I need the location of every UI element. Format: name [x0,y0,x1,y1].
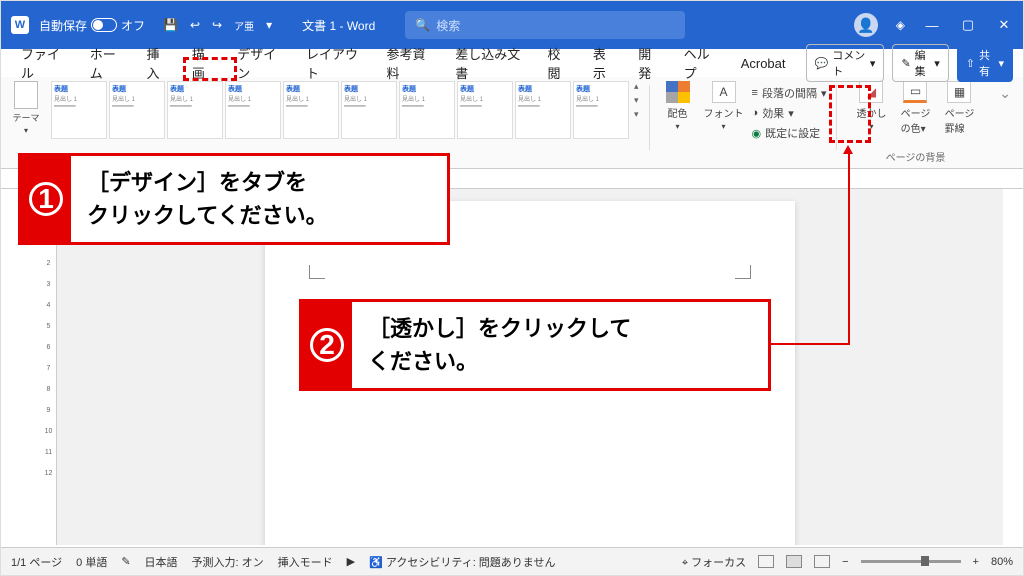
document-title: 文書 1 - Word [302,17,375,34]
comments-button[interactable]: 💬コメント▾ [806,44,885,82]
themes-label: テーマ [12,111,39,124]
status-words[interactable]: 0 単語 [76,554,107,570]
fonts-button[interactable]: A フォント▾ [704,81,744,168]
focus-mode-button[interactable]: ⌖ フォーカス [682,554,746,570]
group-page-background-label: ページの背景 [886,149,946,168]
ribbon-tabs: ファイル ホーム 挿入 描画 デザイン レイアウト 参考資料 差し込み文書 校閲… [1,49,1023,77]
zoom-level[interactable]: 80% [991,556,1013,568]
status-insert[interactable]: 挿入モード [278,554,333,570]
autosave-label: 自動保存 [39,17,87,34]
redo-icon[interactable]: ↪ [212,18,222,33]
fonts-icon: A [712,81,736,103]
annotation-step-2: 2 ［透かし］をクリックして ください。 [299,299,771,391]
word-logo-icon: W [11,16,29,34]
themes-icon [14,81,38,109]
page-color-icon: ▭ [903,81,927,103]
tab-home[interactable]: ホーム [88,42,127,84]
step-number-icon: 2 [310,328,344,362]
paragraph-spacing-button[interactable]: ≡ 段落の間隔 ▾ [752,85,827,101]
zoom-out-button[interactable]: − [842,556,848,568]
undo-icon[interactable]: ↩ [190,18,200,33]
tab-file[interactable]: ファイル [19,42,70,84]
autosave-state: オフ [121,17,145,34]
search-placeholder: 検索 [436,17,460,34]
tab-insert[interactable]: 挿入 [145,42,172,84]
arrow-line [848,153,850,343]
page-color-button[interactable]: ▭ ページの色▾ [897,81,933,135]
tab-mailings[interactable]: 差し込み文書 [453,42,527,84]
page-borders-button[interactable]: ▦ ページ罫線 [941,81,977,135]
search-icon: 🔍 [415,18,430,32]
status-bar: 1/1 ページ 0 単語 ✎ 日本語 予測入力: オン 挿入モード ▶ ♿ アク… [1,547,1023,575]
step-number-icon: 1 [29,182,63,216]
save-icon[interactable]: 💾 [163,18,178,33]
toggle-icon [91,18,117,32]
tab-layout[interactable]: レイアウト [304,42,366,84]
annotation-2-line1: ［透かし］をクリックして [368,312,631,345]
ribbon-collapse-button[interactable]: ⌄ [993,81,1017,168]
arrowhead-icon [843,145,853,154]
share-button[interactable]: ⇧共有▾ [957,44,1013,82]
status-predict[interactable]: 予測入力: オン [192,554,264,570]
maximize-button[interactable]: ▢ [959,17,977,33]
web-layout-icon[interactable] [814,555,830,568]
margin-corner-icon [735,265,751,279]
annotation-1-line2: クリックしてください。 [87,199,328,232]
search-box[interactable]: 🔍 検索 [405,11,685,39]
print-layout-icon[interactable] [786,555,802,568]
watermark-button[interactable]: ◢ 透かし▾ [853,81,889,135]
editing-mode-button[interactable]: ✎編集▾ [892,44,948,82]
annotation-2-line2: ください。 [368,345,631,378]
autosave-toggle[interactable]: 自動保存 オフ [39,17,145,34]
tab-view[interactable]: 表示 [591,42,618,84]
arrow-line [771,343,850,345]
zoom-slider[interactable] [861,560,961,563]
page-border-icon: ▦ [947,81,971,103]
user-avatar-icon[interactable]: 👤 [854,13,878,37]
zoom-in-button[interactable]: + [973,556,979,568]
qat-dropdown-icon[interactable]: ▾ [266,18,272,33]
colors-icon [666,81,690,103]
tab-acrobat[interactable]: Acrobat [739,54,788,73]
status-page[interactable]: 1/1 ページ [11,554,62,570]
font-hint[interactable]: ア亜 [234,18,254,33]
quick-access-toolbar: 💾 ↩ ↪ ア亜 ▾ [163,18,272,33]
read-mode-icon[interactable] [758,555,774,568]
diamond-icon[interactable]: ◈ [896,18,905,32]
watermark-icon: ◢ [859,81,883,103]
status-accessibility[interactable]: ♿ アクセシビリティ: 問題ありません [369,554,555,570]
tab-references[interactable]: 参考資料 [385,42,436,84]
tab-design[interactable]: デザイン [235,42,286,84]
tab-review[interactable]: 校閲 [545,42,572,84]
colors-button[interactable]: 配色▾ [660,81,696,168]
tab-draw[interactable]: 描画 [190,42,217,84]
close-button[interactable]: ✕ [995,17,1013,33]
macro-icon[interactable]: ▶ [347,555,355,568]
effects-button[interactable]: ◑ 効果 ▾ [752,105,794,121]
set-default-button[interactable]: ◉ 既定に設定 [752,125,821,141]
annotation-step-1: 1 ［デザイン］をタブを クリックしてください。 [18,153,450,245]
minimize-button[interactable]: — [923,18,941,33]
tab-developer[interactable]: 開発 [636,42,663,84]
margin-corner-icon [309,265,325,279]
status-language[interactable]: 日本語 [145,554,178,570]
spellcheck-icon[interactable]: ✎ [121,555,130,568]
tab-help[interactable]: ヘルプ [682,42,721,84]
annotation-1-line1: ［デザイン］をタブを [87,166,328,199]
